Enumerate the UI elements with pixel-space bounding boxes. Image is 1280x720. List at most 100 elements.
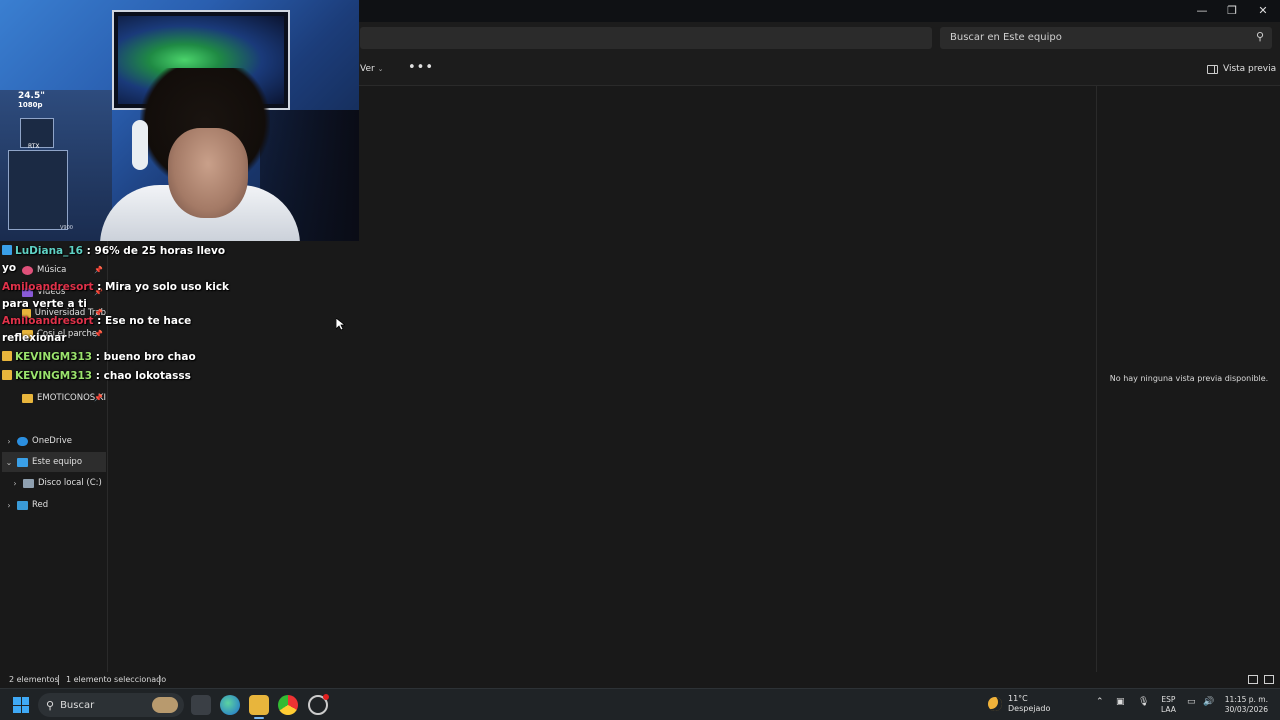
monitor-badge: 24.5" 1080p — [18, 92, 45, 110]
chat-text: chao lokotasss — [103, 370, 191, 382]
headset-image — [132, 120, 148, 170]
chat-overlay: LuDiana_16 : 96% de 25 horas llevo yo Am… — [2, 243, 332, 385]
notification-dot — [323, 694, 329, 700]
minimize-button[interactable]: — — [1187, 0, 1217, 20]
selection-count: 1 elemento seleccionado — [66, 675, 167, 684]
taskbar: ⚲ Buscar 11°C Despejado ⌃ ▣ 🎙 ESP LAA ▭ … — [0, 688, 1280, 720]
edge-icon[interactable] — [220, 695, 240, 715]
lang-top: ESP — [1161, 695, 1176, 704]
chevron-right-icon[interactable]: › — [4, 437, 14, 446]
chat-text: Mira yo solo uso kick — [105, 281, 230, 293]
chat-message: Amiloandresort : Mira yo solo uso kick — [2, 281, 230, 293]
pc-case-image — [8, 150, 68, 230]
chevron-down-icon: ⌄ — [377, 65, 384, 73]
chat-badge-icon — [2, 245, 12, 255]
chat-text: Ese no te hace — [105, 315, 192, 327]
crown-badge-icon — [2, 351, 12, 361]
taskbar-search[interactable]: ⚲ Buscar — [38, 693, 184, 717]
chat-message: KEVINGM313 : chao lokotasss — [2, 368, 332, 385]
chat-text: 96% de 25 horas llevo — [94, 245, 226, 257]
taskbar-search-label: Buscar — [60, 699, 95, 711]
nav-item-label: Red — [32, 500, 49, 510]
no-preview-message: No hay ninguna vista previa disponible. — [1109, 374, 1269, 383]
more-options-button[interactable]: ••• — [408, 60, 434, 75]
search-placeholder: Buscar en Este equipo — [950, 32, 1062, 43]
person-face — [168, 128, 248, 218]
tiles-view-button[interactable] — [1264, 675, 1274, 684]
nav-item-local-disk[interactable]: › Disco local (C:) — [10, 473, 106, 493]
volume-icon[interactable]: 🔊 — [1203, 697, 1214, 707]
start-button[interactable] — [13, 697, 29, 713]
chevron-up-icon[interactable]: ⌃ — [1096, 697, 1104, 707]
language-indicator[interactable]: ESP LAA — [1161, 695, 1176, 715]
nav-item-this-pc[interactable]: ⌄ Este equipo — [2, 452, 106, 472]
nav-item-label: Disco local (C:) — [38, 478, 102, 488]
view-label: Ver — [360, 64, 375, 74]
drive-icon — [23, 478, 34, 488]
weather-desc: Despejado — [1008, 704, 1051, 713]
nav-item-emoticonos[interactable]: EMOTICONOS KI 📌 — [22, 388, 106, 408]
preview-pane-icon — [1207, 64, 1218, 74]
badge-top: 24.5" — [18, 91, 45, 101]
network-status-icon[interactable]: ▭ — [1187, 697, 1196, 707]
status-separator — [58, 675, 59, 685]
mouse-cursor-icon — [336, 318, 345, 331]
chat-text: bueno bro chao — [103, 351, 196, 363]
search-icon: ⚲ — [1255, 30, 1264, 43]
chat-message: KEVINGM313 : bueno bro chao — [2, 349, 332, 366]
preview-pane: No hay ninguna vista previa disponible. — [1096, 86, 1280, 672]
crown-badge-icon — [2, 370, 12, 380]
nav-item-label: OneDrive — [32, 436, 72, 446]
preview-label: Vista previa — [1223, 64, 1277, 74]
search-input[interactable]: Buscar en Este equipo ⚲ — [940, 27, 1272, 49]
status-separator — [159, 675, 160, 685]
chat-username: KEVINGM313 — [15, 370, 93, 382]
search-icon: ⚲ — [46, 698, 55, 712]
chat-message-cont: reflexionar — [2, 332, 67, 344]
webcam-overlay: 24.5" 1080p RTX V900 — [0, 0, 359, 241]
nav-item-network[interactable]: › Red — [4, 495, 106, 515]
task-view-icon[interactable] — [191, 695, 211, 715]
shelf-label: RTX — [28, 143, 40, 150]
cloud-icon — [17, 436, 28, 446]
chat-message: Amiloandresort : Ese no te hace — [2, 315, 192, 327]
chrome-icon[interactable] — [278, 695, 298, 715]
preview-pane-button[interactable]: Vista previa — [1207, 64, 1276, 74]
details-view-button[interactable] — [1248, 675, 1258, 684]
chat-message-cont: yo — [2, 262, 17, 274]
moon-icon — [988, 697, 1002, 711]
microphone-icon[interactable]: 🎙 — [1138, 697, 1149, 707]
chat-username: Amiloandresort — [2, 281, 94, 293]
clock-time: 11:15 p. m. — [1224, 695, 1268, 704]
box-label: V900 — [60, 225, 73, 231]
maximize-button[interactable]: ❐ — [1217, 0, 1247, 20]
chat-message-cont: para verte a ti — [2, 298, 87, 310]
obs-icon[interactable] — [308, 694, 329, 715]
clock-date: 30/03/2026 — [1224, 705, 1268, 714]
chat-username: KEVINGM313 — [15, 351, 93, 363]
computer-icon — [17, 457, 28, 467]
address-bar[interactable] — [360, 27, 932, 49]
view-button[interactable]: Ver ⌄ — [360, 64, 383, 74]
badge-bottom: 1080p — [18, 101, 43, 109]
network-icon — [17, 500, 28, 510]
status-bar: 2 elementos 1 elemento seleccionado — [0, 672, 1280, 688]
chevron-right-icon[interactable]: › — [4, 501, 14, 510]
nav-item-onedrive[interactable]: › OneDrive — [4, 431, 106, 451]
nav-item-label: Este equipo — [32, 457, 83, 467]
tray-app-icon[interactable]: ▣ — [1116, 697, 1125, 707]
lang-bottom: LAA — [1161, 705, 1176, 714]
search-highlight-icon — [152, 697, 178, 713]
chat-username: LuDiana_16 — [15, 245, 83, 257]
clock[interactable]: 11:15 p. m. 30/03/2026 — [1222, 695, 1268, 715]
file-explorer-icon[interactable] — [249, 695, 269, 719]
item-count: 2 elementos — [9, 675, 59, 684]
chat-username: Amiloandresort — [2, 315, 94, 327]
pin-icon: 📌 — [94, 394, 103, 402]
weather-widget[interactable]: 11°C Despejado — [988, 694, 1050, 714]
chevron-right-icon[interactable]: › — [10, 479, 20, 488]
screen: — ❐ ✕ Buscar en Este equipo ⚲ Ver ⌄ ••• … — [0, 0, 1280, 720]
chevron-down-icon[interactable]: ⌄ — [4, 458, 14, 467]
close-button[interactable]: ✕ — [1248, 0, 1278, 20]
weather-temp: 11°C — [1008, 694, 1028, 703]
